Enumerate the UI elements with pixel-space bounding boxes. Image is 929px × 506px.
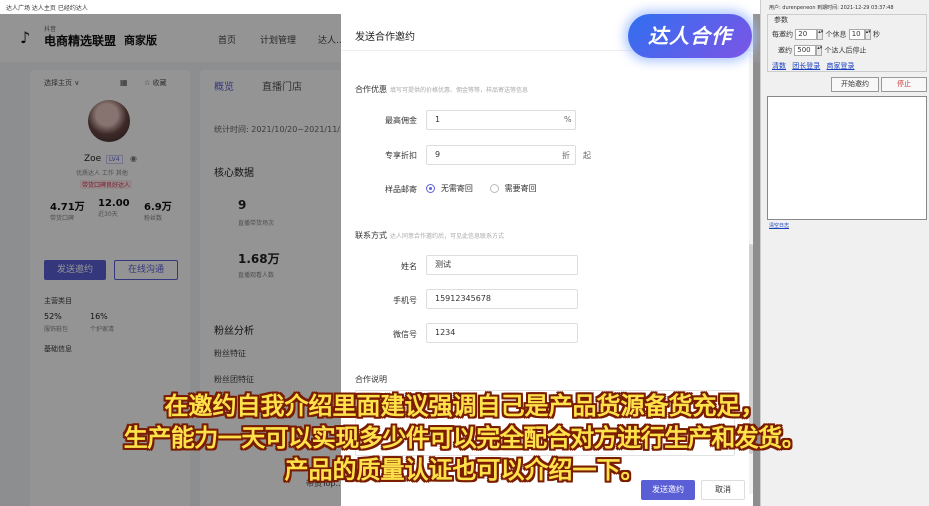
phone-label: 手机号 [393, 296, 417, 305]
discount-suffix: 起 [583, 151, 591, 160]
tool-links: 清数 团长登录 商家登录 [772, 61, 854, 71]
clear-data-link[interactable]: 清数 [772, 62, 786, 70]
row-label: 邀约 [778, 46, 792, 55]
group-title: 参数 [772, 15, 790, 25]
log-box[interactable] [767, 96, 927, 220]
commission-label: 最高佣金 [385, 116, 417, 125]
radio-label: 无需寄回 [440, 184, 473, 193]
stop-row: 邀约 500 ▴▾ 个达人后停止 [778, 45, 866, 56]
radio-label: 需要寄回 [504, 184, 537, 193]
section-hint: 达人同意合作邀约后，可见此信息联系方式 [390, 233, 505, 240]
merchant-login-link[interactable]: 商家登录 [826, 62, 854, 70]
browser-tab-strip[interactable]: 达人广场 达人主页 已经约达人 [0, 0, 760, 14]
start-invite-button[interactable]: 开始邀约 [831, 77, 879, 92]
clear-log-link[interactable]: 清空日志 [769, 222, 789, 229]
spinner-icon[interactable]: ▴▾ [817, 29, 823, 40]
contact-section-header: 联系方式 达人同意合作邀约后，可见此信息联系方式 [355, 230, 504, 241]
spinner-icon[interactable]: ▴▾ [816, 45, 822, 56]
params-group: 参数 每邀约 20 ▴▾ 个休息 10 ▴▾ 秒 邀约 500 ▴▾ 个达人后停止 清… [767, 14, 927, 72]
row-mid: 个休息 [825, 30, 847, 39]
discount-label: 专享折扣 [385, 151, 417, 160]
sample-label: 样品邮寄 [385, 185, 417, 194]
leader-login-link[interactable]: 团长登录 [792, 62, 820, 70]
percent-suffix: % [564, 115, 572, 124]
discount-unit: 折 [562, 151, 570, 160]
wechat-input[interactable]: 1234 [426, 323, 578, 343]
phone-input[interactable]: 15912345678 [426, 289, 578, 309]
name-input[interactable]: 测试 [426, 255, 578, 275]
section-title: 合作优惠 [355, 85, 387, 94]
radio-return[interactable] [489, 184, 499, 193]
discount-input[interactable]: 9 [426, 145, 576, 165]
row-unit: 个达人后停止 [824, 46, 867, 55]
name-label: 姓名 [401, 262, 417, 271]
stop-after-input[interactable]: 500 [794, 45, 817, 56]
rest-seconds-input[interactable]: 10 [848, 29, 865, 40]
drawer-title: 发送合作邀约 [355, 32, 415, 43]
per-invite-count-input[interactable]: 20 [795, 29, 818, 40]
spinner-icon[interactable]: ▴▾ [864, 29, 871, 40]
row-unit: 秒 [872, 30, 880, 39]
sample-radio-group[interactable]: 无需寄回 需要寄回 [426, 183, 537, 194]
section-hint: 填写可提供的价格优惠、佣金等等，样品寄送等信息 [390, 87, 529, 94]
commission-input[interactable]: 1 [426, 110, 576, 130]
section-title: 联系方式 [355, 231, 387, 240]
subtitle-line: 在邀约自我介绍里面建议强调自己是产品货源备货充足， [164, 392, 765, 420]
radio-no-return[interactable] [426, 184, 435, 193]
subtitle-line: 生产能力一天可以实现多少件可以完全配合对方进行生产和发货。 [123, 424, 806, 452]
stop-button[interactable]: 停止 [881, 77, 927, 92]
wechat-label: 微信号 [393, 330, 417, 339]
creator-cooperation-badge: 达人合作 [628, 14, 752, 58]
coop-section-header: 合作优惠 填写可提供的价格优惠、佣金等等，样品寄送等信息 [355, 84, 528, 95]
interval-row: 每邀约 20 ▴▾ 个休息 10 ▴▾ 秒 [772, 29, 880, 40]
desc-section-title: 合作说明 [355, 375, 387, 384]
subtitle-line: 产品的质量认证也可以介绍一下。 [284, 456, 645, 484]
tool-user-info: 用户: durenpeneon 到期时间: 2021-12-29 03:37:4… [769, 5, 894, 11]
row-label: 每邀约 [772, 30, 793, 39]
